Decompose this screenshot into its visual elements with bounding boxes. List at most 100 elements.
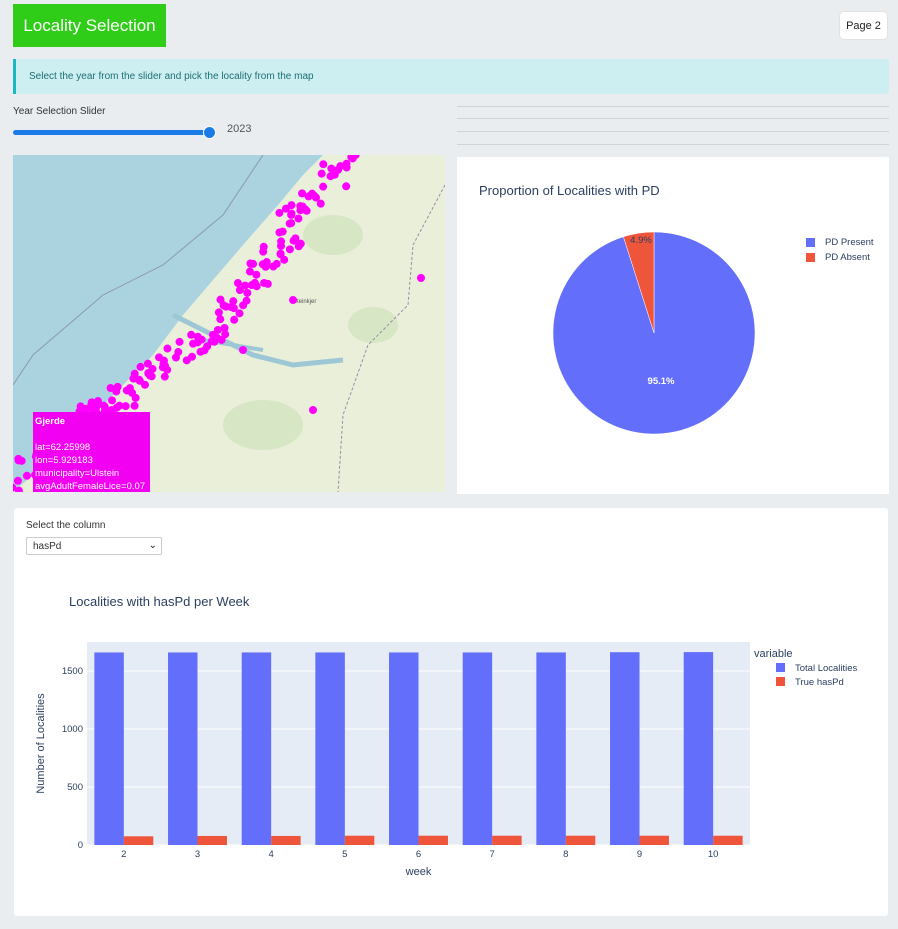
divider-line	[457, 144, 889, 145]
locality-marker[interactable]	[277, 241, 286, 250]
year-slider-handle[interactable]	[203, 126, 216, 139]
locality-marker[interactable]	[285, 245, 294, 254]
locality-marker[interactable]	[219, 301, 228, 310]
locality-marker[interactable]	[131, 393, 140, 402]
locality-marker[interactable]	[245, 267, 254, 276]
locality-marker[interactable]	[258, 260, 267, 269]
locality-marker[interactable]	[289, 296, 297, 304]
locality-marker[interactable]	[309, 406, 317, 414]
locality-marker[interactable]	[417, 274, 425, 282]
bar[interactable]	[94, 652, 124, 845]
locality-marker[interactable]	[246, 259, 255, 268]
locality-marker[interactable]	[243, 288, 252, 297]
locality-marker[interactable]	[241, 281, 250, 290]
locality-marker[interactable]	[296, 202, 305, 211]
locality-marker[interactable]	[214, 308, 223, 317]
locality-marker[interactable]	[143, 359, 152, 368]
locality-marker[interactable]	[327, 164, 336, 173]
locality-marker[interactable]	[317, 169, 326, 178]
bar[interactable]	[462, 652, 493, 845]
locality-marker[interactable]	[121, 402, 130, 411]
locality-marker[interactable]	[280, 255, 289, 264]
locality-marker[interactable]	[17, 456, 26, 465]
year-slider-track[interactable]	[13, 130, 216, 135]
locality-marker[interactable]	[334, 165, 343, 174]
bar[interactable]	[389, 652, 419, 845]
locality-marker[interactable]	[302, 206, 311, 215]
locality-marker[interactable]	[13, 476, 22, 485]
locality-marker[interactable]	[230, 315, 239, 324]
bar[interactable]	[271, 835, 301, 845]
tooltip-lon: lon=5.929183	[35, 455, 93, 466]
bar[interactable]	[315, 652, 345, 845]
locality-map[interactable]: Steinkjer Gjerde lat=62.25998 lon=5.9291…	[13, 155, 445, 492]
bar[interactable]	[168, 652, 198, 845]
bar[interactable]	[565, 835, 596, 845]
legend-item-pd-absent[interactable]: PD Absent	[806, 252, 870, 263]
locality-marker[interactable]	[108, 396, 117, 405]
locality-marker[interactable]	[239, 301, 248, 310]
locality-marker[interactable]	[140, 380, 149, 389]
bar[interactable]	[197, 835, 227, 845]
locality-marker[interactable]	[113, 382, 122, 391]
bar[interactable]	[713, 835, 743, 845]
locality-marker[interactable]	[342, 163, 351, 172]
locality-marker[interactable]	[298, 189, 307, 198]
pie-chart[interactable]: 95.1% 4.9%	[457, 157, 889, 494]
locality-marker[interactable]	[316, 199, 325, 208]
locality-marker[interactable]	[216, 315, 225, 324]
bar[interactable]	[241, 652, 272, 845]
locality-marker[interactable]	[175, 337, 184, 346]
page-title-button[interactable]: Locality Selection	[13, 4, 166, 47]
locality-marker[interactable]	[155, 353, 164, 362]
locality-marker[interactable]	[160, 372, 169, 381]
y-tick-label: 0	[78, 840, 83, 851]
locality-marker[interactable]	[319, 160, 328, 169]
locality-marker[interactable]	[285, 219, 294, 228]
locality-marker[interactable]	[319, 182, 328, 191]
locality-marker[interactable]	[136, 362, 145, 371]
legend-swatch[interactable]	[776, 663, 785, 672]
locality-marker[interactable]	[229, 304, 238, 313]
locality-marker[interactable]	[294, 214, 303, 223]
locality-marker[interactable]	[281, 204, 290, 213]
locality-marker[interactable]	[129, 374, 138, 383]
locality-marker[interactable]	[260, 278, 269, 287]
locality-marker[interactable]	[22, 471, 31, 480]
bar[interactable]	[492, 835, 522, 845]
park-area	[303, 215, 363, 255]
page-2-button[interactable]: Page 2	[839, 11, 888, 40]
bar[interactable]	[344, 835, 375, 845]
locality-marker[interactable]	[171, 353, 180, 362]
legend-label[interactable]: Total Localities	[795, 663, 858, 674]
locality-marker[interactable]	[213, 333, 222, 342]
locality-marker[interactable]	[182, 356, 191, 365]
locality-marker[interactable]	[200, 346, 209, 355]
locality-marker[interactable]	[259, 242, 268, 251]
locality-marker[interactable]	[233, 279, 242, 288]
locality-marker[interactable]	[189, 339, 198, 348]
bar[interactable]	[683, 652, 714, 845]
bar[interactable]	[610, 652, 640, 845]
locality-marker[interactable]	[342, 182, 351, 191]
bar[interactable]	[536, 652, 566, 845]
bar[interactable]	[123, 836, 154, 845]
legend-item-pd-present[interactable]: PD Present	[806, 237, 874, 248]
locality-marker[interactable]	[289, 236, 298, 245]
bar-chart[interactable]: 0 500 1000 1500 2 3 4 5 6 7 8 9 10 week Number of Loca…	[14, 508, 888, 916]
locality-marker[interactable]	[193, 332, 202, 341]
locality-marker[interactable]	[163, 344, 172, 353]
legend-label[interactable]: True hasPd	[795, 677, 844, 688]
locality-marker[interactable]	[130, 401, 139, 410]
bar[interactable]	[639, 835, 669, 845]
locality-marker[interactable]	[144, 369, 153, 378]
x-tick-label: 8	[563, 849, 568, 860]
locality-marker[interactable]	[239, 346, 247, 354]
locality-marker[interactable]	[220, 323, 229, 332]
locality-marker[interactable]	[275, 228, 284, 237]
locality-marker[interactable]	[269, 262, 278, 271]
bar[interactable]	[418, 835, 448, 845]
legend-swatch[interactable]	[776, 677, 785, 686]
locality-marker[interactable]	[158, 363, 167, 372]
locality-marker[interactable]	[326, 172, 335, 181]
